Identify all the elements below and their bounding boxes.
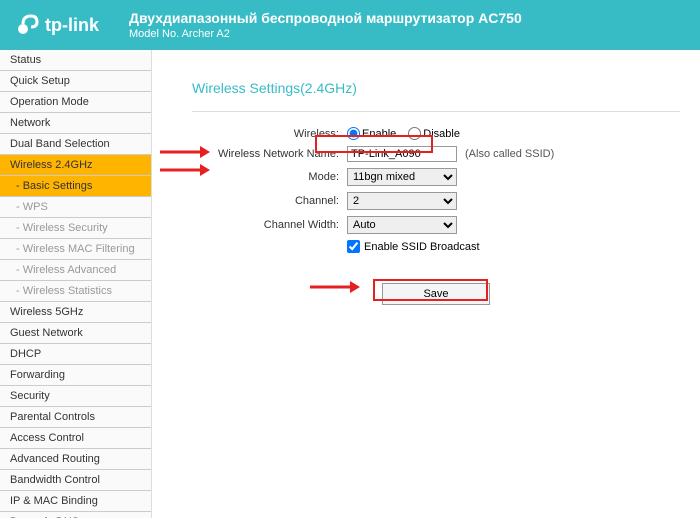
sidebar-item-ip-mac-binding[interactable]: IP & MAC Binding [0, 491, 151, 512]
sidebar-item-operation-mode[interactable]: Operation Mode [0, 92, 151, 113]
ssid-broadcast-wrap[interactable]: Enable SSID Broadcast [347, 240, 480, 253]
disable-radio[interactable] [408, 127, 421, 140]
ssid-note: (Also called SSID) [465, 148, 554, 160]
model-number: Model No. Archer A2 [129, 28, 522, 40]
mode-select[interactable]: 11bgn mixed [347, 168, 457, 186]
sidebar: StatusQuick SetupOperation ModeNetworkDu… [0, 50, 152, 518]
page-title: Wireless Settings(2.4GHz) [192, 80, 680, 96]
divider [192, 111, 680, 112]
network-name-input[interactable] [347, 146, 457, 162]
channel-label: Channel: [192, 195, 347, 207]
sidebar-item-dynamic-dns[interactable]: Dynamic DNS [0, 512, 151, 518]
sidebar-item-wireless-5ghz[interactable]: Wireless 5GHz [0, 302, 151, 323]
brand-logo: tp-link [15, 13, 99, 37]
sidebar-item-advanced-routing[interactable]: Advanced Routing [0, 449, 151, 470]
sidebar-item-basic-settings[interactable]: - Basic Settings [0, 176, 151, 197]
sidebar-item-quick-setup[interactable]: Quick Setup [0, 71, 151, 92]
ssid-broadcast-text: Enable SSID Broadcast [364, 241, 480, 253]
sidebar-item-bandwidth-control[interactable]: Bandwidth Control [0, 470, 151, 491]
network-name-label: Wireless Network Name: [192, 148, 347, 160]
sidebar-item-network[interactable]: Network [0, 113, 151, 134]
channel-width-label: Channel Width: [192, 219, 347, 231]
sidebar-item-wireless-statistics[interactable]: - Wireless Statistics [0, 281, 151, 302]
main-content: Wireless Settings(2.4GHz) Wireless: Enab… [152, 50, 700, 518]
disable-radio-wrap[interactable]: Disable [408, 127, 460, 140]
sidebar-item-forwarding[interactable]: Forwarding [0, 365, 151, 386]
brand-text: tp-link [45, 15, 99, 36]
enable-text: Enable [362, 128, 396, 140]
sidebar-item-security[interactable]: Security [0, 386, 151, 407]
ssid-broadcast-checkbox[interactable] [347, 240, 360, 253]
sidebar-item-access-control[interactable]: Access Control [0, 428, 151, 449]
enable-radio[interactable] [347, 127, 360, 140]
disable-text: Disable [423, 128, 460, 140]
save-button[interactable]: Save [382, 283, 489, 305]
sidebar-item-guest-network[interactable]: Guest Network [0, 323, 151, 344]
sidebar-item-wps[interactable]: - WPS [0, 197, 151, 218]
enable-radio-wrap[interactable]: Enable [347, 127, 396, 140]
tp-link-logo-icon [15, 13, 39, 37]
sidebar-item-status[interactable]: Status [0, 50, 151, 71]
sidebar-item-parental-controls[interactable]: Parental Controls [0, 407, 151, 428]
sidebar-item-wireless-security[interactable]: - Wireless Security [0, 218, 151, 239]
sidebar-item-dhcp[interactable]: DHCP [0, 344, 151, 365]
sidebar-item-wireless-2-4ghz[interactable]: Wireless 2.4GHz [0, 155, 151, 176]
channel-width-select[interactable]: Auto [347, 216, 457, 234]
header: tp-link Двухдиапазонный беспроводной мар… [0, 0, 700, 50]
sidebar-item-wireless-advanced[interactable]: - Wireless Advanced [0, 260, 151, 281]
mode-label: Mode: [192, 171, 347, 183]
channel-select[interactable]: 2 [347, 192, 457, 210]
wireless-label: Wireless: [192, 128, 347, 140]
sidebar-item-dual-band-selection[interactable]: Dual Band Selection [0, 134, 151, 155]
product-title: Двухдиапазонный беспроводной маршрутизат… [129, 10, 522, 26]
sidebar-item-wireless-mac-filtering[interactable]: - Wireless MAC Filtering [0, 239, 151, 260]
